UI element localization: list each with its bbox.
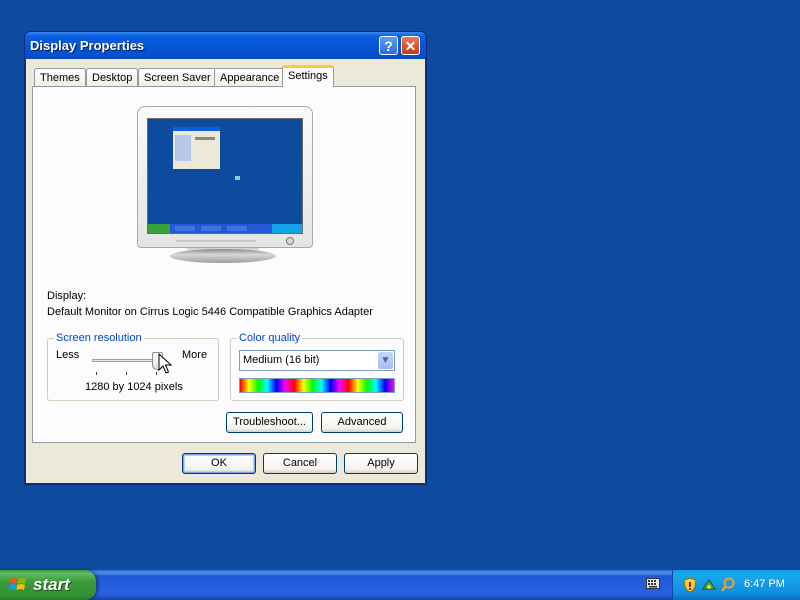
ok-button[interactable]: OK [182,453,256,474]
tab-screen-saver[interactable]: Screen Saver [138,68,217,86]
dialog-body: Themes Desktop Screen Saver Appearance S… [28,59,422,481]
cancel-button[interactable]: Cancel [263,453,337,474]
help-button[interactable]: ? [379,36,398,55]
search-icon[interactable] [720,577,736,593]
resolution-slider-track[interactable] [92,359,160,362]
preview-window [173,127,220,169]
color-quality-selected: Medium (16 bit) [243,354,320,366]
color-quality-group: Color quality Medium (16 bit) ▼ [230,332,404,401]
window-title: Display Properties [30,38,145,53]
tab-themes[interactable]: Themes [34,68,86,86]
apply-button[interactable]: Apply [344,453,418,474]
title-bar[interactable]: Display Properties ? ✕ [25,32,426,59]
monitor-screen [147,118,303,234]
preview-taskbar [148,224,302,233]
monitor-preview [137,106,313,248]
preview-desktop-icon [235,176,240,180]
network-icon[interactable] [701,577,717,593]
color-quality-legend: Color quality [237,332,303,344]
display-label: Display: [47,290,87,302]
start-label: start [33,575,70,594]
tab-desktop[interactable]: Desktop [86,68,139,86]
resolution-slider-ticks [96,372,158,376]
monitor-stand [170,249,276,263]
display-value: Default Monitor on Cirrus Logic 5446 Com… [47,306,373,318]
screen-resolution-group: Screen resolution Less More 1280 by 1024… [47,332,219,401]
monitor-power-icon [286,237,294,245]
windows-logo-icon [9,578,26,590]
resolution-more-label: More [182,349,208,361]
resolution-less-label: Less [56,349,80,361]
troubleshoot-button[interactable]: Troubleshoot... [226,412,313,433]
chevron-down-icon[interactable]: ▼ [378,352,393,369]
taskbar: start 6:47 PM [0,570,800,600]
start-button[interactable]: start [0,570,96,600]
security-shield-icon[interactable] [682,577,698,593]
tab-appearance[interactable]: Appearance [214,68,286,86]
advanced-button[interactable]: Advanced [321,412,403,433]
color-spectrum-bar [239,378,395,393]
system-tray: 6:47 PM [672,570,800,600]
monitor-control-strip [176,240,256,242]
mouse-cursor-icon [158,353,173,374]
tab-settings[interactable]: Settings [282,65,334,87]
display-properties-window: Display Properties ? ✕ Themes Desktop Sc… [24,31,427,485]
keyboard-icon[interactable] [646,578,660,589]
close-button[interactable]: ✕ [401,36,420,55]
clock[interactable]: 6:47 PM [744,578,785,590]
resolution-value: 1280 by 1024 pixels [85,381,183,393]
color-quality-dropdown[interactable]: Medium (16 bit) ▼ [239,350,395,371]
screen-resolution-legend: Screen resolution [54,332,144,344]
settings-panel: Display: Default Monitor on Cirrus Logic… [32,86,416,443]
